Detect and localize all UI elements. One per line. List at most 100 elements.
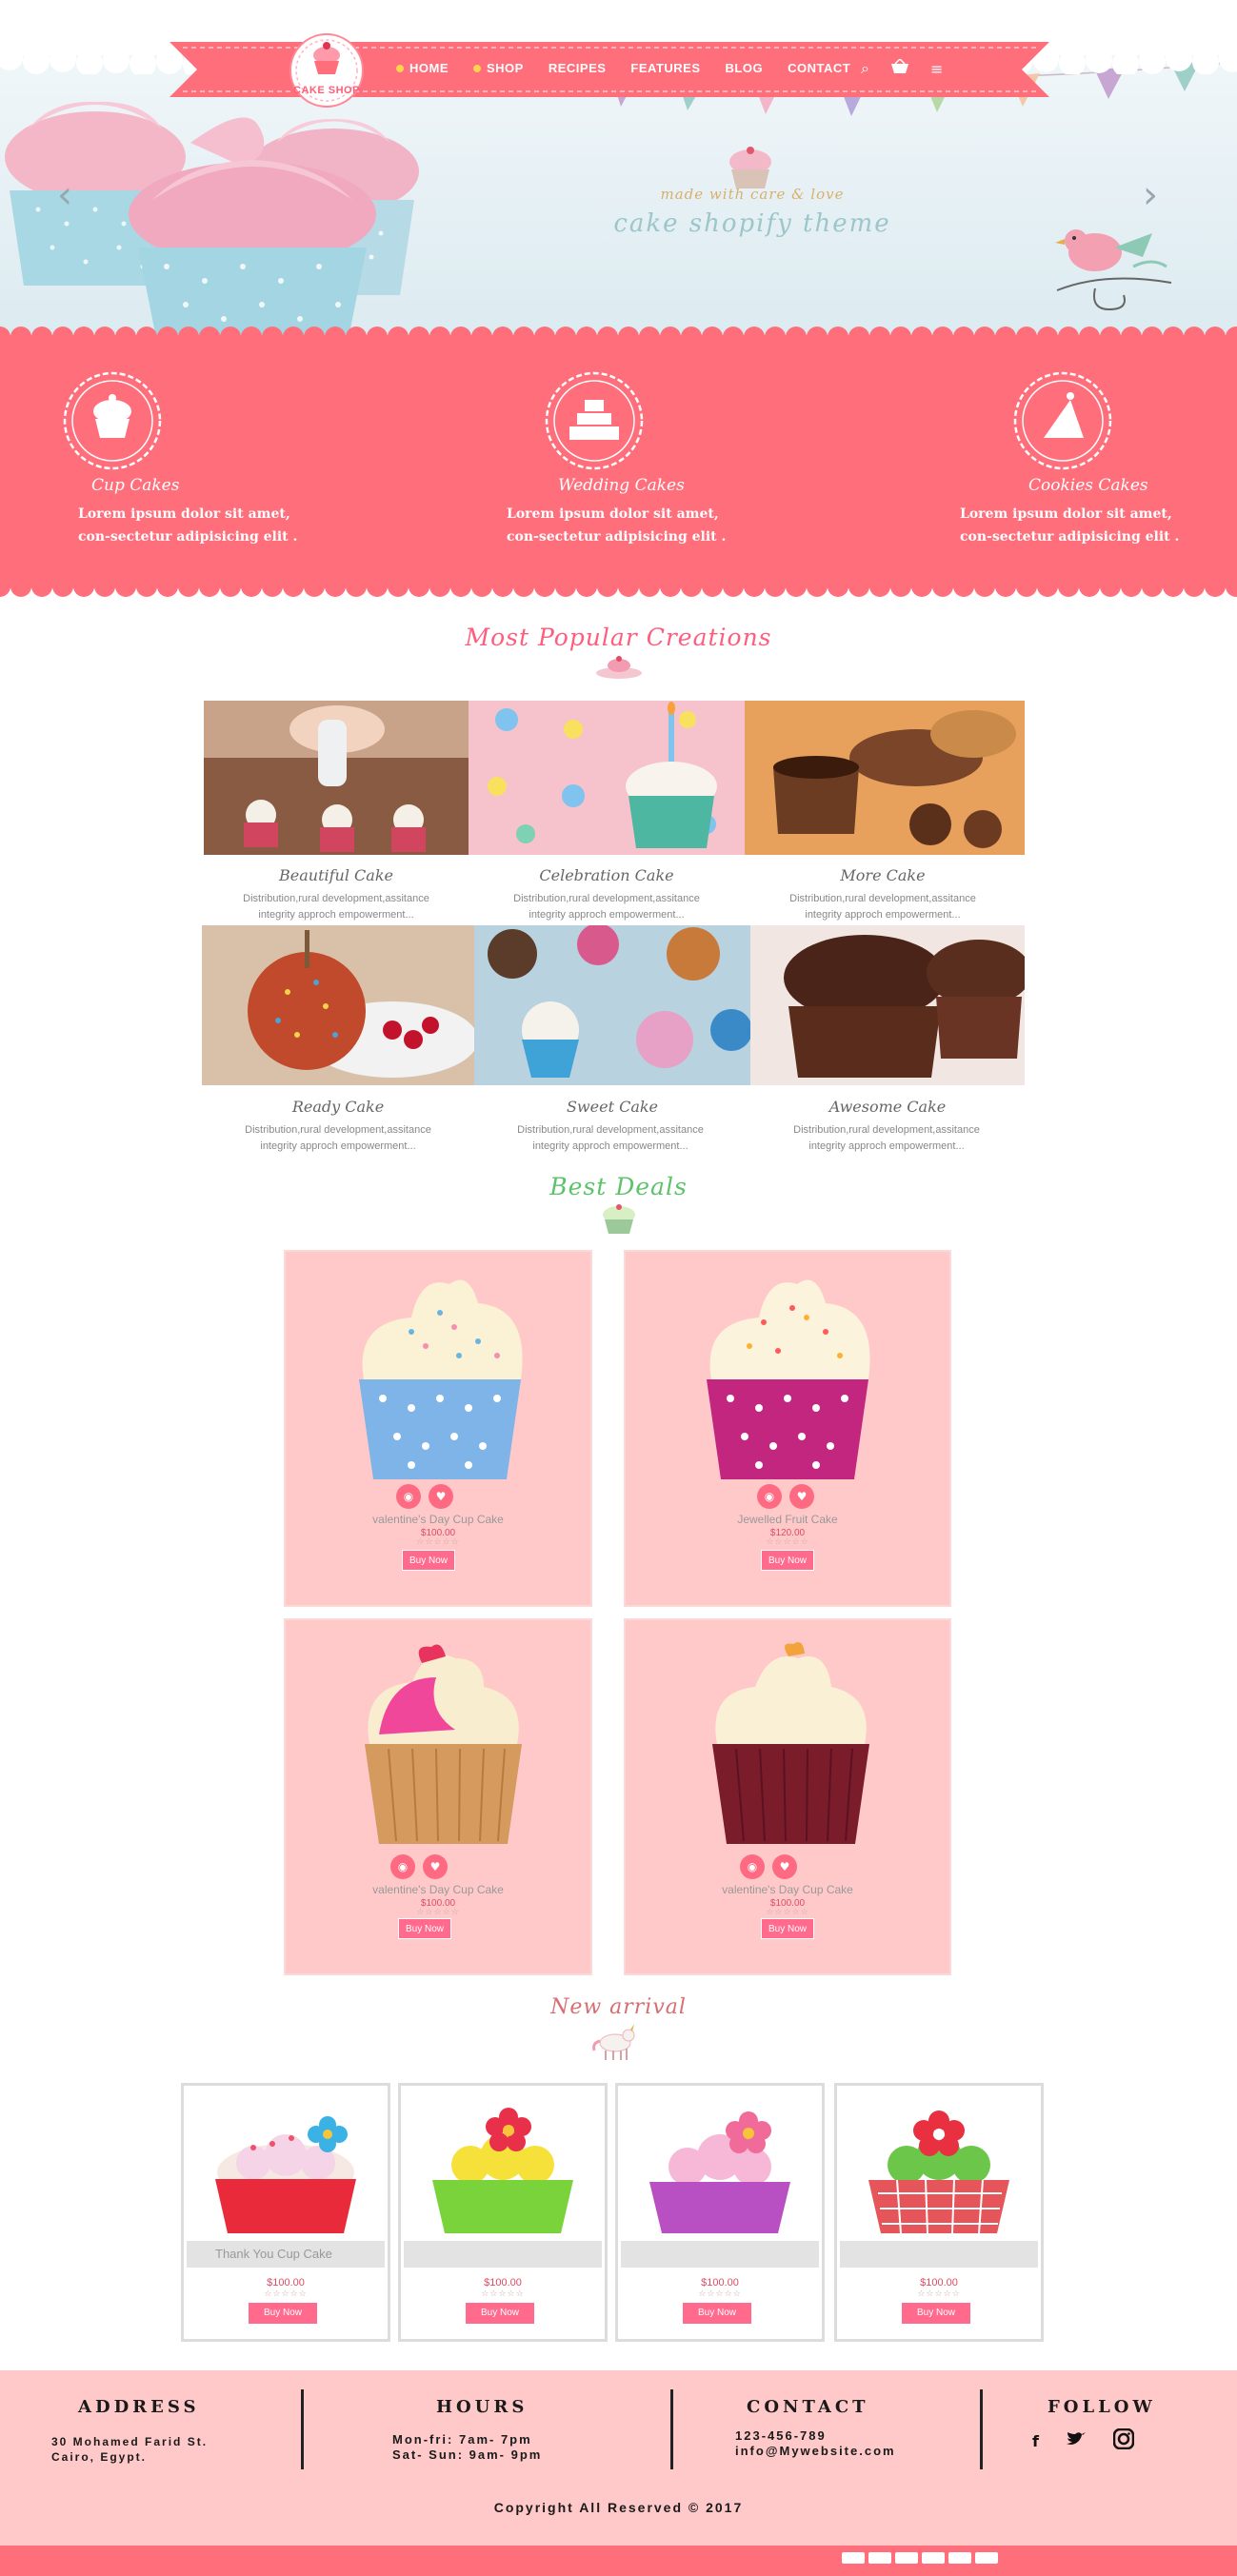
quick-view-eye-icon[interactable]: ◉ bbox=[390, 1854, 415, 1879]
nav-item-home[interactable]: HOME bbox=[396, 61, 449, 75]
unicorn-ornament-icon bbox=[592, 2024, 635, 2060]
popular-image-beautiful-cake[interactable] bbox=[204, 701, 469, 855]
nav-item-features[interactable]: FEATURES bbox=[630, 61, 700, 75]
feature-title: Cup Cakes bbox=[91, 476, 180, 495]
deal-card: ◉ ♥ valentine's Day Cup Cake $100.00 ☆☆☆… bbox=[284, 1250, 592, 1607]
scallop-edge-band-top bbox=[0, 327, 1237, 345]
buy-now-button[interactable]: Buy Now bbox=[466, 2303, 534, 2324]
buy-now-button[interactable]: Buy Now bbox=[761, 1550, 814, 1571]
wishlist-heart-icon[interactable]: ♥ bbox=[789, 1484, 814, 1509]
nav-icon-group: ⌕ ≡ bbox=[861, 57, 964, 78]
cupcake-ornament-icon bbox=[603, 1204, 635, 1234]
wishlist-heart-icon[interactable]: ♥ bbox=[423, 1854, 448, 1879]
bird-illustration bbox=[1055, 229, 1172, 311]
facebook-icon[interactable]: f bbox=[1032, 2432, 1039, 2450]
rating-stars: ☆☆☆☆☆ bbox=[698, 2289, 742, 2299]
quick-view-eye-icon[interactable]: ◉ bbox=[757, 1484, 782, 1509]
mastercard-icon bbox=[868, 2552, 891, 2564]
instagram-icon[interactable] bbox=[1112, 2427, 1135, 2453]
buy-now-button[interactable]: Buy Now bbox=[683, 2303, 751, 2324]
popular-desc: Distribution,rural development,assitance… bbox=[793, 1124, 980, 1152]
logo-text[interactable]: CAKE SHOP bbox=[277, 85, 376, 96]
nav-item-blog[interactable]: BLOG bbox=[726, 61, 764, 75]
buy-now-button[interactable]: Buy Now bbox=[249, 2303, 317, 2324]
hours-line: Mon-fri: 7am- 7pm bbox=[392, 2432, 532, 2447]
popular-name: Celebration Cake bbox=[539, 866, 674, 884]
cake-slice-icon bbox=[1013, 371, 1112, 470]
wishlist-heart-icon[interactable]: ♥ bbox=[772, 1854, 797, 1879]
buy-now-button[interactable]: Buy Now bbox=[402, 1550, 455, 1571]
hours-lines: Mon-fri: 7am- 7pm Sat- Sun: 9am- 9pm bbox=[392, 2432, 542, 2463]
buy-now-button[interactable]: Buy Now bbox=[398, 1918, 451, 1939]
popular-image-ready-cake[interactable] bbox=[202, 925, 474, 1085]
deal-product-image[interactable] bbox=[673, 1265, 902, 1494]
popular-image-more-cake[interactable] bbox=[745, 701, 1025, 855]
social-links: f bbox=[1032, 2427, 1161, 2453]
popular-name: More Cake bbox=[840, 866, 926, 884]
deal-product-image[interactable] bbox=[326, 1265, 554, 1494]
popular-desc: Distribution,rural development,assitance… bbox=[245, 1124, 431, 1152]
popular-name: Awesome Cake bbox=[828, 1098, 947, 1116]
arrival-product-image[interactable] bbox=[621, 2089, 819, 2241]
hero-cupcake-front bbox=[129, 117, 376, 338]
slider-next-arrow[interactable]: › bbox=[1143, 176, 1158, 214]
slider-prev-arrow[interactable]: ‹ bbox=[57, 176, 72, 214]
popular-desc: Distribution,rural development,assitance… bbox=[789, 893, 976, 921]
arrival-price: $100.00 bbox=[701, 2277, 739, 2289]
popular-desc: Distribution,rural development,assitance… bbox=[513, 893, 700, 921]
quick-view-eye-icon[interactable]: ◉ bbox=[740, 1854, 765, 1879]
payment-icons bbox=[842, 2552, 1002, 2564]
wishlist-heart-icon[interactable]: ♥ bbox=[429, 1484, 453, 1509]
arrival-product-image[interactable] bbox=[187, 2089, 385, 2241]
nav-item-recipes[interactable]: RECIPES bbox=[549, 61, 607, 75]
nav-label-blog: BLOG bbox=[725, 61, 764, 75]
menu-icon[interactable]: ≡ bbox=[930, 60, 943, 78]
twitter-icon[interactable] bbox=[1066, 2431, 1087, 2450]
bottom-bar bbox=[0, 2546, 1237, 2576]
deal-product-image[interactable] bbox=[688, 1639, 888, 1849]
cupcake-icon bbox=[63, 371, 162, 470]
nav-item-contact[interactable]: CONTACT bbox=[788, 61, 850, 75]
popular-image-sweet-cake[interactable] bbox=[474, 925, 750, 1085]
footer-contact: CONTACT 123-456-789 info@Mywebsite.com bbox=[735, 2397, 896, 2459]
logo-badge[interactable] bbox=[265, 32, 389, 109]
popular-image-awesome-cake[interactable] bbox=[750, 925, 1025, 1085]
arrival-product-image[interactable] bbox=[840, 2089, 1038, 2241]
quick-view-eye-icon[interactable]: ◉ bbox=[396, 1484, 421, 1509]
rating-stars: ☆☆☆☆☆ bbox=[481, 2289, 525, 2299]
address-line: Cairo, Egypt. bbox=[51, 2450, 148, 2464]
popular-image-celebration-cake[interactable] bbox=[469, 701, 745, 855]
arrival-name-strip bbox=[404, 2241, 602, 2268]
hero-tagline: made with care & love bbox=[660, 186, 845, 203]
arrival-product-image[interactable] bbox=[404, 2089, 602, 2241]
feature-text: Lorem ipsum dolor sit amet, con-sectetur… bbox=[78, 506, 298, 545]
popular-name: Ready Cake bbox=[291, 1098, 385, 1116]
nav-item-shop[interactable]: SHOP bbox=[473, 61, 524, 75]
buy-now-button[interactable]: Buy Now bbox=[902, 2303, 970, 2324]
contact-email[interactable]: info@Mywebsite.com bbox=[735, 2444, 896, 2459]
footer-heading: CONTACT bbox=[747, 2397, 869, 2417]
arrival-card: $100.00 ☆☆☆☆☆ Buy Now bbox=[834, 2083, 1044, 2342]
arrival-card: $100.00 ☆☆☆☆☆ Buy Now bbox=[398, 2083, 608, 2342]
deal-card: ◉ ♥ Jewelled Fruit Cake $120.00 ☆☆☆☆☆ Bu… bbox=[624, 1250, 951, 1607]
deal-product-name: valentine's Day Cup Cake bbox=[372, 1883, 504, 1896]
feature-title: Cookies Cakes bbox=[1028, 476, 1148, 495]
address-line: 30 Mohamed Farid St. bbox=[51, 2435, 209, 2448]
wedding-cake-icon bbox=[545, 371, 644, 470]
deal-product-name: Jewelled Fruit Cake bbox=[737, 1513, 838, 1526]
deal-product-image[interactable] bbox=[341, 1639, 541, 1849]
address-lines: 30 Mohamed Farid St. Cairo, Egypt. bbox=[51, 2434, 208, 2465]
popular-desc: Distribution,rural development,assitance… bbox=[243, 893, 429, 921]
hours-line: Sat- Sun: 9am- 9pm bbox=[392, 2447, 543, 2462]
copyright-text: Copyright All Reserved © 2017 bbox=[493, 2500, 744, 2515]
feature-text: Lorem ipsum dolor sit amet, con-sectetur… bbox=[507, 506, 727, 545]
popular-desc: Distribution,rural development,assitance… bbox=[517, 1124, 704, 1152]
buy-now-button[interactable]: Buy Now bbox=[761, 1918, 814, 1939]
footer-address: ADDRESS 30 Mohamed Farid St. Cairo, Egyp… bbox=[51, 2397, 208, 2465]
deal-actions: ◉ ♥ bbox=[387, 1854, 451, 1879]
basket-icon[interactable] bbox=[890, 57, 909, 78]
search-icon[interactable]: ⌕ bbox=[861, 59, 869, 78]
contact-phone[interactable]: 123-456-789 bbox=[735, 2428, 896, 2444]
deal-actions: ◉ ♥ bbox=[753, 1484, 818, 1509]
deal-actions: ◉ ♥ bbox=[736, 1854, 801, 1879]
